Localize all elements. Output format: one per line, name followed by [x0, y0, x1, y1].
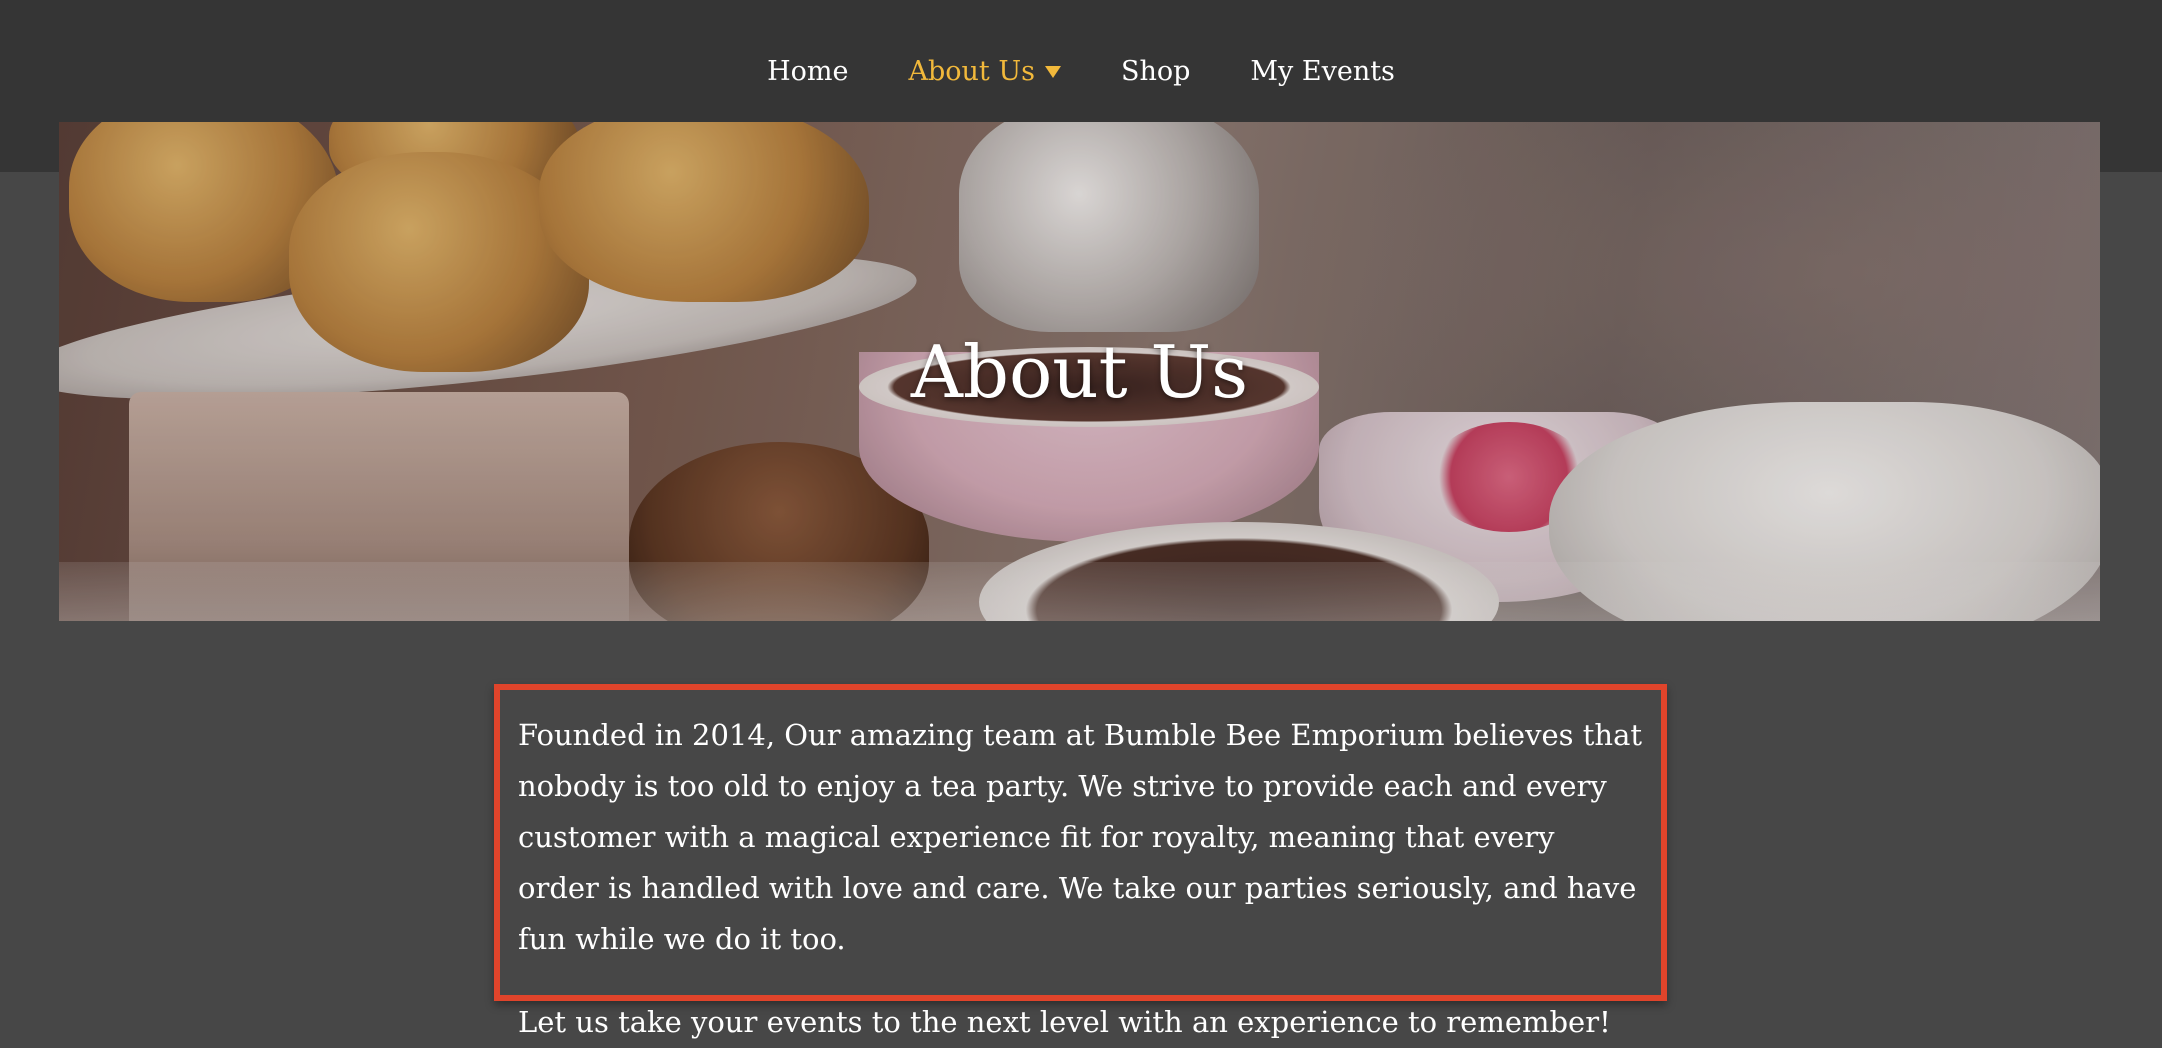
- about-paragraph: Founded in 2014, Our amazing team at Bum…: [518, 718, 1643, 956]
- page-title: About Us: [910, 330, 1249, 414]
- nav-item-label: Shop: [1120, 55, 1191, 87]
- hero-banner: About Us: [59, 122, 2100, 621]
- about-paragraph: Let us take your events to the next leve…: [518, 1005, 1611, 1039]
- about-text-box: Founded in 2014, Our amazing team at Bum…: [494, 684, 1667, 1039]
- main-navigation: Home About Us Shop My Events: [0, 48, 2162, 94]
- nav-item-label: Home: [767, 55, 849, 87]
- nav-item-label: About Us: [908, 55, 1035, 87]
- caret-down-icon[interactable]: [1044, 66, 1061, 78]
- nav-item-home[interactable]: Home: [767, 56, 848, 87]
- nav-item-label: My Events: [1250, 55, 1395, 87]
- nav-item-shop[interactable]: Shop: [1121, 56, 1190, 87]
- nav-item-my-events[interactable]: My Events: [1250, 56, 1395, 87]
- nav-item-about-us[interactable]: About Us: [908, 55, 1061, 87]
